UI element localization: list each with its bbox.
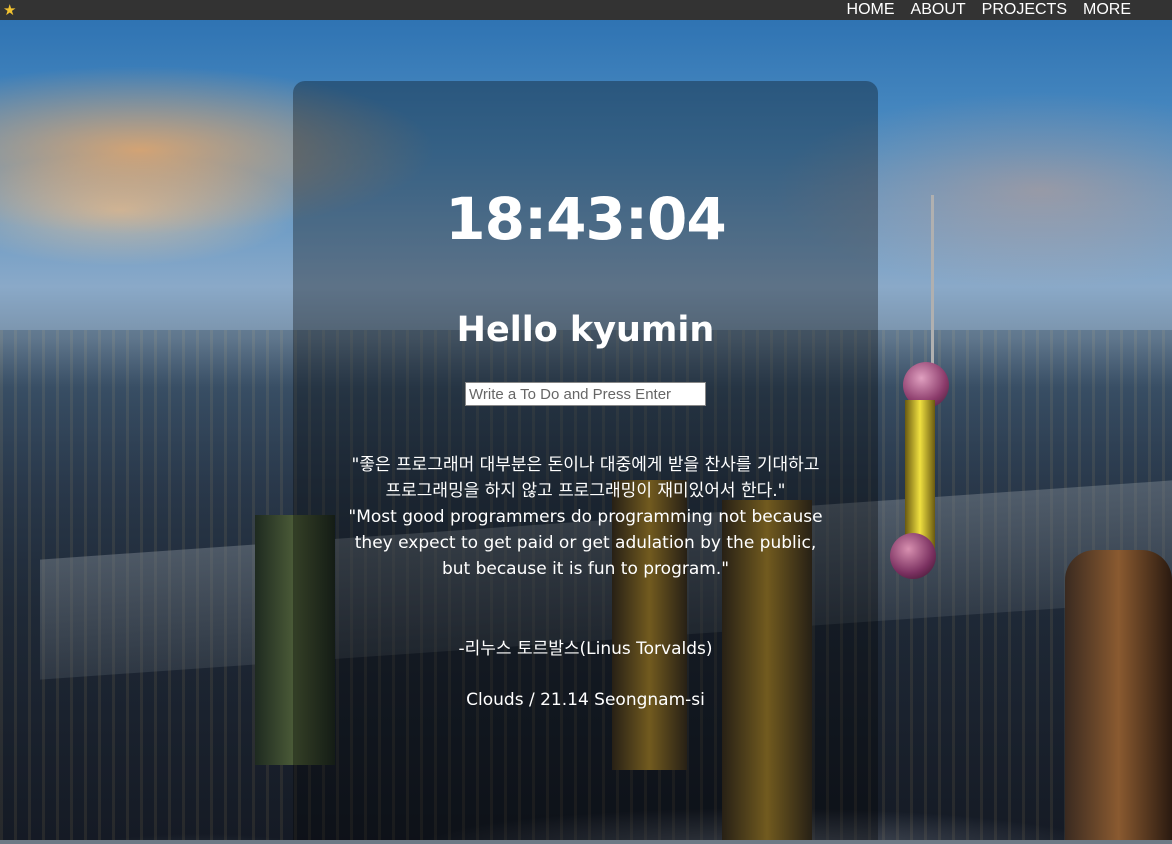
background-building [1065,550,1172,844]
background-tower-needle [931,195,934,375]
weather-info: Clouds / 21.14 Seongnam-si [466,690,705,710]
quote-korean: "좋은 프로그래머 대부분은 돈이나 대중에게 받을 찬사를 기대하고 프로그래… [351,455,820,501]
nav-link-projects[interactable]: PROJECTS [974,0,1075,20]
greeting: Hello kyumin [456,310,715,350]
nav-link-more[interactable]: MORE [1075,0,1139,20]
quote-english: "Most good programmers do programming no… [348,507,823,579]
quote: "좋은 프로그래머 대부분은 돈이나 대중에게 받을 찬사를 기대하고 프로그래… [348,452,823,582]
bottom-edge [0,840,1172,844]
nav-link-home[interactable]: HOME [839,0,903,20]
background-tower-sphere [890,533,936,579]
nav-links: HOME ABOUT PROJECTS MORE [839,0,1139,20]
main-panel: 18:43:04 Hello kyumin "좋은 프로그래머 대부분은 돈이나… [293,81,878,844]
quote-author: -리누스 토르발스(Linus Torvalds) [458,639,713,659]
clock: 18:43:04 [445,185,727,253]
star-icon[interactable]: ★ [3,0,16,20]
todo-input[interactable] [465,382,706,406]
top-navbar: ★ HOME ABOUT PROJECTS MORE [0,0,1172,20]
background-tower-shaft [905,400,935,550]
nav-link-about[interactable]: ABOUT [903,0,974,20]
